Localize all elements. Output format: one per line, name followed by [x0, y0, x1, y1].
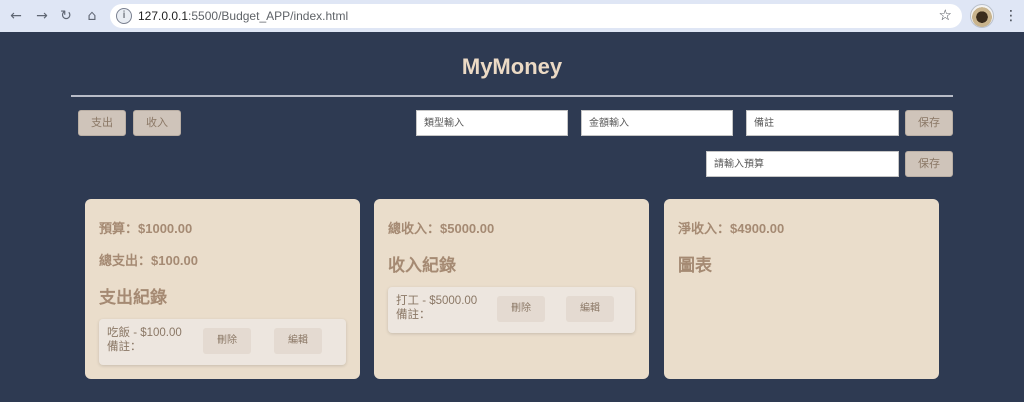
address-bar[interactable]: i 127.0.0.1:5500/Budget_APP/index.html ☆ [110, 4, 962, 28]
record-text: 打工 - $5000.00 備註： [396, 294, 477, 322]
record-text: 吃飯 - $100.00 備註： [107, 326, 182, 354]
expense-card: 預算：$1000.00 總支出：$100.00 支出紀錄 吃飯 - $100.0… [85, 199, 360, 379]
menu-icon[interactable]: ⋮ [1004, 6, 1018, 26]
browser-toolbar: ← → ↻ ⌂ i 127.0.0.1:5500/Budget_APP/inde… [0, 0, 1024, 32]
delete-button[interactable]: 刪除 [497, 296, 545, 322]
expense-records-heading: 支出紀錄 [99, 288, 167, 307]
budget-text: 預算：$1000.00 [99, 221, 193, 236]
income-tab-button[interactable]: 收入 [133, 110, 181, 136]
expense-record-item: 吃飯 - $100.00 備註： 刪除 編輯 [99, 319, 346, 365]
home-icon[interactable]: ⌂ [82, 6, 102, 26]
star-icon[interactable]: ☆ [939, 6, 952, 24]
record-note: 備註： [107, 341, 142, 353]
divider [71, 95, 953, 97]
net-income-card: 淨收入：$4900.00 圖表 [664, 199, 939, 379]
record-title: 打工 - $5000.00 [396, 295, 478, 307]
forward-icon[interactable]: → [32, 6, 52, 26]
record-title: 吃飯 - $100.00 [107, 327, 182, 339]
net-income-text: 淨收入：$4900.00 [678, 221, 785, 236]
page-title: MyMoney [461, 54, 563, 79]
total-income-text: 總收入：$5000.00 [388, 221, 495, 236]
reload-icon[interactable]: ↻ [56, 6, 76, 26]
chart-heading: 圖表 [678, 256, 712, 275]
budget-save-button[interactable]: 保存 [905, 151, 953, 177]
url-text: 127.0.0.1:5500/Budget_APP/index.html [138, 8, 348, 24]
income-records-heading: 收入紀錄 [388, 256, 456, 275]
income-record-item: 打工 - $5000.00 備註： 刪除 編輯 [388, 287, 635, 333]
total-expense-text: 總支出：$100.00 [99, 253, 198, 268]
edit-button[interactable]: 編輯 [566, 296, 614, 322]
info-icon[interactable]: i [116, 8, 132, 24]
edit-button[interactable]: 編輯 [274, 328, 322, 354]
url-host: 127.0.0.1 [138, 9, 189, 23]
budget-input[interactable] [706, 151, 899, 177]
income-card: 總收入：$5000.00 收入紀錄 打工 - $5000.00 備註： 刪除 編… [374, 199, 649, 379]
url-path: :5500/Budget_APP/index.html [188, 9, 349, 23]
note-input[interactable] [746, 110, 899, 136]
back-icon[interactable]: ← [6, 6, 26, 26]
avatar[interactable] [970, 4, 994, 28]
amount-input[interactable] [581, 110, 733, 136]
type-input[interactable] [416, 110, 568, 136]
delete-button[interactable]: 刪除 [203, 328, 251, 354]
save-button[interactable]: 保存 [905, 110, 953, 136]
record-note: 備註： [396, 309, 431, 321]
expense-tab-button[interactable]: 支出 [78, 110, 126, 136]
